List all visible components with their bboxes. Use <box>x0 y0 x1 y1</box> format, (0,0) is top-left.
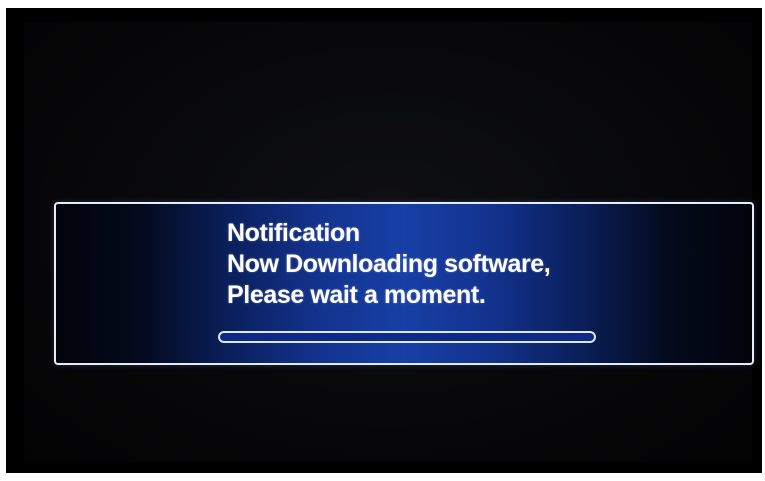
notification-message: Notification Now Downloading software, P… <box>227 218 551 311</box>
notification-line-1: Now Downloading software, <box>227 250 551 278</box>
notification-title: Notification <box>227 219 360 247</box>
device-bezel: Notification Now Downloading software, P… <box>6 8 762 473</box>
notification-line-2: Please wait a moment. <box>227 281 486 309</box>
notification-dialog: Notification Now Downloading software, P… <box>54 202 754 365</box>
display-screen: Notification Now Downloading software, P… <box>24 22 754 462</box>
download-progress-bar <box>218 331 596 343</box>
